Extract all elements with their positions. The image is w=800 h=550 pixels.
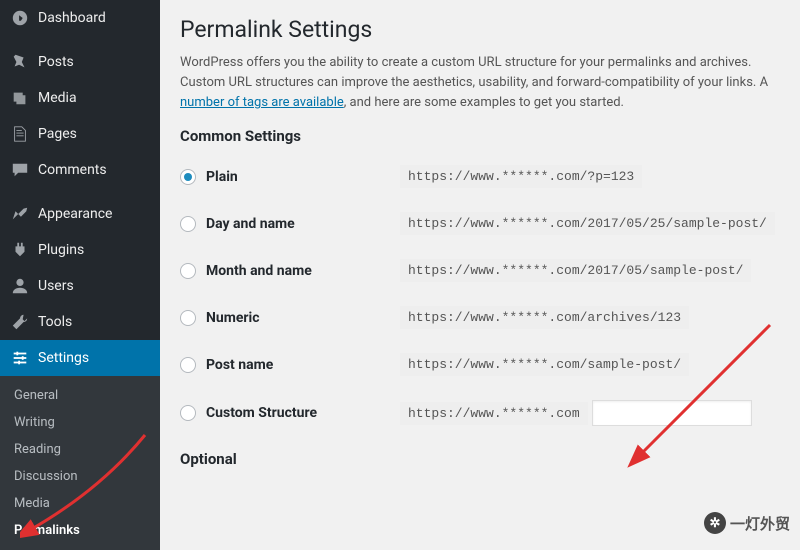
wechat-icon: ✲ — [704, 512, 726, 534]
sidebar-item-appearance[interactable]: Appearance — [0, 196, 160, 232]
submenu-media[interactable]: Media — [0, 490, 160, 517]
appearance-icon — [10, 204, 30, 224]
radio-custom[interactable] — [180, 405, 196, 421]
pages-icon — [10, 124, 30, 144]
url-example[interactable]: https://www.******.com/sample-post/ — [400, 353, 689, 376]
settings-submenu: General Writing Reading Discussion Media… — [0, 376, 160, 550]
radio-month-name[interactable] — [180, 263, 196, 279]
comments-icon — [10, 160, 30, 180]
dashboard-icon — [10, 8, 30, 28]
media-icon — [10, 88, 30, 108]
sidebar-item-label: Dashboard — [38, 10, 106, 26]
common-settings-heading: Common Settings — [180, 127, 780, 145]
option-label: Month and name — [206, 263, 312, 279]
sidebar-item-posts[interactable]: Posts — [0, 44, 160, 80]
submenu-discussion[interactable]: Discussion — [0, 463, 160, 490]
sidebar-item-label: Pages — [38, 126, 77, 142]
sidebar-item-media[interactable]: Media — [0, 80, 160, 116]
option-label: Day and name — [206, 216, 295, 232]
tags-link[interactable]: number of tags are available — [180, 95, 344, 110]
url-example[interactable]: https://www.******.com/?p=123 — [400, 165, 642, 188]
page-description: WordPress offers you the ability to crea… — [180, 53, 780, 113]
sidebar-item-label: Tools — [38, 314, 72, 330]
sidebar-item-label: Comments — [38, 162, 107, 178]
option-label: Plain — [206, 169, 238, 185]
sidebar-item-label: Settings — [38, 350, 89, 366]
option-day-name: Day and name https://www.******.com/2017… — [180, 200, 780, 247]
sidebar-item-label: Media — [38, 90, 77, 106]
option-custom: Custom Structure https://www.******.com — [180, 388, 780, 438]
settings-icon — [10, 348, 30, 368]
submenu-general[interactable]: General — [0, 382, 160, 409]
sidebar-item-pages[interactable]: Pages — [0, 116, 160, 152]
option-month-name: Month and name https://www.******.com/20… — [180, 247, 780, 294]
sidebar-item-settings[interactable]: Settings — [0, 340, 160, 376]
pin-icon — [10, 52, 30, 72]
sidebar-item-comments[interactable]: Comments — [0, 152, 160, 188]
submenu-writing[interactable]: Writing — [0, 409, 160, 436]
page-title: Permalink Settings — [180, 16, 780, 43]
url-example[interactable]: https://www.******.com/2017/05/25/sample… — [400, 212, 775, 235]
custom-structure-input[interactable] — [592, 400, 752, 426]
users-icon — [10, 276, 30, 296]
option-label: Numeric — [206, 310, 260, 326]
radio-plain[interactable] — [180, 169, 196, 185]
url-prefix: https://www.******.com — [400, 402, 588, 425]
option-plain: Plain https://www.******.com/?p=123 — [180, 153, 780, 200]
url-example[interactable]: https://www.******.com/2017/05/sample-po… — [400, 259, 751, 282]
option-label: Custom Structure — [206, 405, 317, 421]
option-post-name: Post name https://www.******.com/sample-… — [180, 341, 780, 388]
watermark-text: 一灯外贸 — [730, 513, 790, 534]
sidebar-item-label: Users — [38, 278, 74, 294]
admin-sidebar: Dashboard Posts Media Pages Comments App… — [0, 0, 160, 548]
submenu-permalinks[interactable]: Permalinks — [0, 517, 160, 544]
content-area: Permalink Settings WordPress offers you … — [160, 0, 800, 548]
watermark: ✲ 一灯外贸 — [704, 512, 790, 534]
radio-post-name[interactable] — [180, 357, 196, 373]
tools-icon — [10, 312, 30, 332]
optional-heading: Optional — [180, 450, 780, 468]
radio-day-name[interactable] — [180, 216, 196, 232]
radio-numeric[interactable] — [180, 310, 196, 326]
sidebar-item-tools[interactable]: Tools — [0, 304, 160, 340]
url-example[interactable]: https://www.******.com/archives/123 — [400, 306, 689, 329]
plugins-icon — [10, 240, 30, 260]
sidebar-item-label: Plugins — [38, 242, 84, 258]
submenu-reading[interactable]: Reading — [0, 436, 160, 463]
sidebar-item-dashboard[interactable]: Dashboard — [0, 0, 160, 36]
sidebar-item-plugins[interactable]: Plugins — [0, 232, 160, 268]
option-label: Post name — [206, 357, 273, 373]
sidebar-item-label: Appearance — [38, 206, 112, 222]
sidebar-item-label: Posts — [38, 54, 74, 70]
sidebar-item-users[interactable]: Users — [0, 268, 160, 304]
option-numeric: Numeric https://www.******.com/archives/… — [180, 294, 780, 341]
